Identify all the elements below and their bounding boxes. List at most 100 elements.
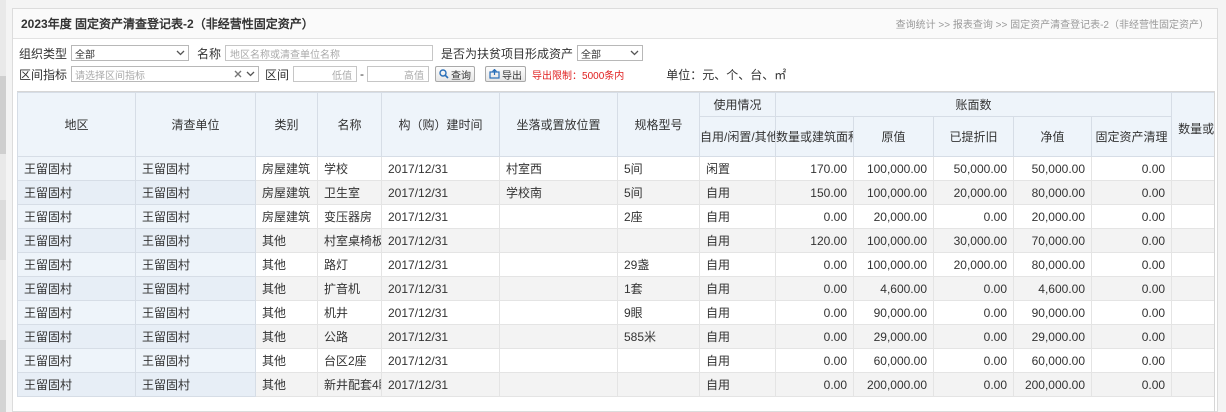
cell-location xyxy=(499,348,618,373)
table-row[interactable]: 王留固村 王留固村 其他 村室桌椅板 2017/12/31 自用 120.00 100,000… xyxy=(17,228,1214,253)
cell-category: 房屋建筑 xyxy=(255,180,318,205)
range-indicator-select[interactable]: 请选择区间指标 xyxy=(71,66,260,82)
cell-region: 王留固村 xyxy=(17,372,136,397)
col-header-cleanup[interactable]: 固定资产清理 xyxy=(1090,116,1173,157)
cell-original: 20,000.00 xyxy=(853,204,934,229)
chevron-down-icon xyxy=(176,50,185,56)
cell-depreciation: 0.00 xyxy=(933,204,1014,229)
breadcrumb-item[interactable]: 报表查询 xyxy=(953,20,993,31)
search-icon xyxy=(439,69,449,79)
cell-quantity: 0.00 xyxy=(775,324,854,349)
clear-icon[interactable] xyxy=(234,70,242,78)
cell-name: 卫生室 xyxy=(317,180,382,205)
org-type-select[interactable]: 全部 xyxy=(71,45,190,61)
cell-spec: 29盏 xyxy=(617,252,700,277)
cell-usage: 自用 xyxy=(699,300,776,325)
cell-original: 100,000.00 xyxy=(853,228,934,253)
cell-name: 变压器房 xyxy=(317,204,382,229)
table-row[interactable]: 王留固村 王留固村 其他 台区2座 2017/12/31 自用 0.00 60,000.00 0… xyxy=(17,348,1214,373)
cell-usage: 自用 xyxy=(699,252,776,277)
cell-quantity: 0.00 xyxy=(775,372,854,397)
cell-depreciation: 0.00 xyxy=(933,276,1014,301)
col-header-net[interactable]: 净值 xyxy=(1013,116,1092,157)
cell-net: 200,000.00 xyxy=(1013,372,1092,397)
cell-depreciation: 0.00 xyxy=(933,348,1014,373)
col-header-original[interactable]: 原值 xyxy=(853,116,934,157)
table-row[interactable]: 王留固村 王留固村 其他 机井 2017/12/31 9眼 自用 0.00 90,000.00 0… xyxy=(17,300,1214,325)
cell-spec xyxy=(617,228,700,253)
cell-original: 100,000.00 xyxy=(853,180,934,205)
cell-usage: 自用 xyxy=(699,180,776,205)
data-table-container[interactable]: 地区 清查单位 类别 名称 构（购）建时间 坐落或置放位置 规格型号 使用情况 … xyxy=(17,91,1215,412)
cell-quantity: 0.00 xyxy=(775,300,854,325)
col-header-build-time[interactable]: 构（购）建时间 xyxy=(381,92,500,157)
cell-name: 新井配套4眼 xyxy=(317,372,382,397)
col-header-region[interactable]: 地区 xyxy=(17,92,136,157)
poverty-project-label: 是否为扶贫项目形成资产 xyxy=(441,46,574,61)
cell-cleanup: 0.00 xyxy=(1090,228,1173,253)
table-row[interactable]: 王留固村 王留固村 其他 公路 2017/12/31 585米 自用 0.00 29,000.0… xyxy=(17,324,1214,349)
cell-location xyxy=(499,300,618,325)
cell-build-time: 2017/12/31 xyxy=(381,228,500,253)
cell-build-time: 2017/12/31 xyxy=(381,276,500,301)
filter-row-2: 区间指标 请选择区间指标 区间 低值 - 高值 查询 导出 导出限制：5000条… xyxy=(19,65,786,83)
cell-cleanup: 0.00 xyxy=(1090,324,1173,349)
query-button[interactable]: 查询 xyxy=(435,66,476,82)
cell-extra xyxy=(1171,348,1214,373)
table-row[interactable]: 王留固村 王留固村 房屋建筑 学校 2017/12/31 村室西 5间 闲置 170.00 100… xyxy=(17,156,1214,181)
cell-name: 机井 xyxy=(317,300,382,325)
table-row[interactable]: 王留固村 王留固村 房屋建筑 变压器房 2017/12/31 2座 自用 0.00 20,000… xyxy=(17,204,1214,229)
col-header-depreciation[interactable]: 已提折旧 xyxy=(933,116,1014,157)
cell-net: 80,000.00 xyxy=(1013,252,1092,277)
col-header-extra[interactable]: 数量或 xyxy=(1171,92,1214,157)
range-high-input[interactable]: 高值 xyxy=(367,66,430,82)
range-low-input[interactable]: 低值 xyxy=(293,66,358,82)
cell-build-time: 2017/12/31 xyxy=(381,348,500,373)
col-header-unit[interactable]: 清查单位 xyxy=(135,92,256,157)
table-row[interactable]: 王留固村 王留固村 其他 扩音机 2017/12/31 1套 自用 0.00 4,600.00 0… xyxy=(17,276,1214,301)
breadcrumb-item[interactable]: 固定资产清查登记表-2（非经营性固定资产） xyxy=(1010,20,1209,31)
cell-name: 路灯 xyxy=(317,252,382,277)
left-edge-tab[interactable] xyxy=(0,200,6,260)
breadcrumb-item[interactable]: 查询统计 xyxy=(896,20,936,31)
left-edge-tab[interactable] xyxy=(0,340,6,412)
left-edge-tab[interactable] xyxy=(0,76,6,154)
export-button-label: 导出 xyxy=(502,70,523,82)
col-header-usage[interactable]: 自用/闲置/其他 xyxy=(699,116,776,157)
cell-name: 台区2座 xyxy=(317,348,382,373)
cell-extra xyxy=(1171,276,1214,301)
cell-cleanup: 0.00 xyxy=(1090,204,1173,229)
unit-note: 单位：元、个、台、㎡ xyxy=(666,67,787,82)
col-group-usage: 使用情况 xyxy=(699,92,776,117)
col-header-category[interactable]: 类别 xyxy=(255,92,318,157)
cell-quantity: 0.00 xyxy=(775,276,854,301)
cell-extra xyxy=(1171,228,1214,253)
cell-cleanup: 0.00 xyxy=(1090,252,1173,277)
export-button[interactable]: 导出 xyxy=(485,66,527,82)
table-row[interactable]: 王留固村王留固村其他新井配套4眼2017/12/31自用0.00200,000.… xyxy=(17,372,1214,397)
cell-depreciation: 20,000.00 xyxy=(933,180,1014,205)
cell-extra xyxy=(1171,300,1214,325)
chevron-down-icon xyxy=(246,71,255,77)
cell-region: 王留固村 xyxy=(17,348,136,373)
cell-original: 29,000.00 xyxy=(853,324,934,349)
col-header-quantity[interactable]: 数量或建筑面积 xyxy=(775,116,854,157)
col-header-name[interactable]: 名称 xyxy=(317,92,382,157)
cell-location: 学校南 xyxy=(499,180,618,205)
left-edge-strip xyxy=(0,0,6,412)
table-row[interactable]: 王留固村 王留固村 其他 路灯 2017/12/31 29盏 自用 0.00 100,000.0… xyxy=(17,252,1214,277)
breadcrumb: 查询统计 >> 报表查询 >> 固定资产清查登记表-2（非经营性固定资产） xyxy=(896,16,1209,31)
cell-usage: 自用 xyxy=(699,228,776,253)
name-search-input[interactable]: 地区名称或清查单位名称 xyxy=(225,45,434,61)
cell-unit: 王留固村 xyxy=(135,252,256,277)
table-row[interactable]: 王留固村 王留固村 房屋建筑 卫生室 2017/12/31 学校南 5间 自用 150.00 10… xyxy=(17,180,1214,205)
col-header-spec[interactable]: 规格型号 xyxy=(617,92,700,157)
cell-spec xyxy=(617,348,700,373)
cell-usage: 闲置 xyxy=(699,156,776,181)
col-header-location[interactable]: 坐落或置放位置 xyxy=(499,92,618,157)
cell-build-time: 2017/12/31 xyxy=(381,180,500,205)
cell-spec: 5间 xyxy=(617,156,700,181)
poverty-project-select[interactable]: 全部 xyxy=(577,45,644,61)
cell-quantity: 150.00 xyxy=(775,180,854,205)
cell-spec xyxy=(617,372,700,397)
